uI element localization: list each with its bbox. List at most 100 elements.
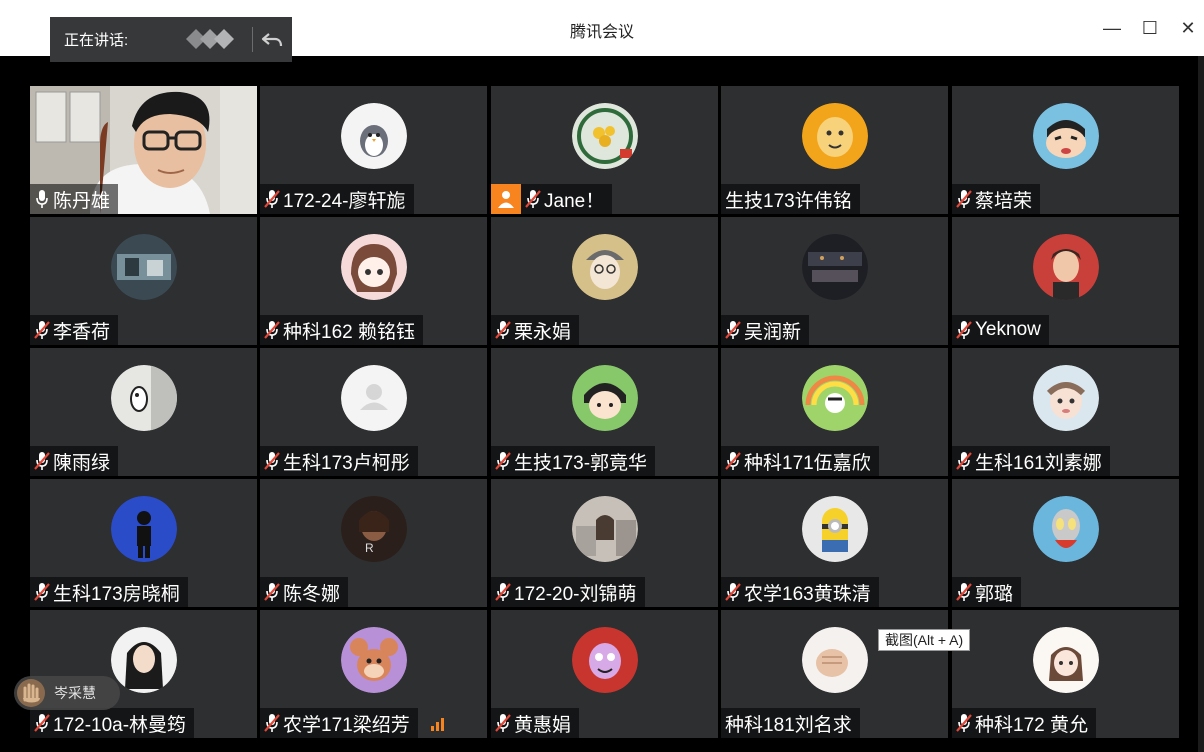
- avatar: [1032, 627, 1099, 693]
- participant-name-label: 172-10a-林曼筠: [30, 708, 195, 738]
- avatar: [571, 234, 638, 300]
- participant-tile[interactable]: Jane！: [491, 86, 718, 214]
- signal-icon: [431, 718, 444, 731]
- participant-tile[interactable]: 生科173房晓桐: [30, 479, 257, 607]
- participant-tile[interactable]: 栗永娟: [491, 217, 718, 345]
- participant-name: 172-20-刘锦萌: [514, 583, 637, 605]
- avatar: [110, 627, 177, 693]
- participant-name-label: 生科173卢柯彤: [260, 446, 418, 476]
- mic-muted-icon: [34, 714, 50, 732]
- participant-name: 吴润新: [744, 321, 802, 343]
- participant-tile[interactable]: 黄惠娟: [491, 610, 718, 738]
- participant-name: 黄惠娟: [514, 714, 572, 736]
- avatar: [1032, 103, 1099, 169]
- mic-muted-icon: [264, 190, 280, 208]
- participant-tile[interactable]: 陳雨绿: [30, 348, 257, 476]
- mic-muted-icon: [956, 714, 972, 732]
- mic-muted-icon: [264, 583, 280, 601]
- close-button[interactable]: ✕: [1174, 14, 1202, 42]
- participant-name: 生技173-郭竟华: [514, 452, 648, 474]
- participant-tile[interactable]: 陈丹雄: [30, 86, 257, 214]
- participant-tile[interactable]: 李香荷: [30, 217, 257, 345]
- participant-tile[interactable]: 吴润新: [721, 217, 948, 345]
- screenshot-tooltip: 截图(Alt + A): [878, 629, 971, 651]
- participant-name-label: 种科181刘名求: [721, 708, 860, 738]
- avatar: [571, 627, 638, 693]
- participant-name: 李香荷: [53, 321, 111, 343]
- participant-name-label: 吴润新: [721, 315, 810, 345]
- participant-tile[interactable]: 郭璐: [952, 479, 1179, 607]
- participant-name: 生科173房晓桐: [53, 583, 180, 605]
- participant-tile[interactable]: 蔡培荣: [952, 86, 1179, 214]
- speaking-divider: [252, 27, 253, 52]
- participant-name: 陳雨绿: [53, 452, 111, 474]
- participant-name-label: 生技173-郭竟华: [491, 446, 656, 476]
- raised-hand-chip[interactable]: 岑采慧: [14, 676, 120, 710]
- participant-tile[interactable]: 172-24-廖轩旎: [260, 86, 487, 214]
- svg-text:R: R: [365, 541, 374, 555]
- mic-muted-icon: [495, 714, 511, 732]
- avatar: [571, 365, 638, 431]
- return-icon[interactable]: [260, 28, 284, 52]
- mic-muted-icon: [525, 190, 541, 208]
- participant-tile[interactable]: 生技173许伟铭: [721, 86, 948, 214]
- raised-hand-icon: [17, 679, 45, 707]
- participant-tile[interactable]: 生技173-郭竟华: [491, 348, 718, 476]
- participant-name: 农学163黄珠清: [744, 583, 871, 605]
- participant-name: 种科162 赖铭钰: [283, 321, 415, 343]
- speaking-avatars-icon: [186, 29, 234, 49]
- mic-muted-icon: [725, 583, 741, 601]
- participant-tile[interactable]: 农学171梁绍芳: [260, 610, 487, 738]
- mic-muted-icon: [495, 321, 511, 339]
- participant-name: Yeknow: [975, 319, 1041, 340]
- participant-name: 生科161刘素娜: [975, 452, 1102, 474]
- participant-name: 种科171伍嘉欣: [744, 452, 871, 474]
- participant-name-label: Yeknow: [952, 315, 1049, 345]
- avatar: [110, 234, 177, 300]
- participant-tile[interactable]: 种科171伍嘉欣: [721, 348, 948, 476]
- participant-tile[interactable]: 种科162 赖铭钰: [260, 217, 487, 345]
- participant-tile[interactable]: 172-20-刘锦萌: [491, 479, 718, 607]
- mic-muted-icon: [725, 321, 741, 339]
- participant-name: 生科173卢柯彤: [283, 452, 410, 474]
- participant-name-label: 生科173房晓桐: [30, 577, 188, 607]
- mic-muted-icon: [34, 452, 50, 470]
- minimize-button[interactable]: —: [1098, 14, 1126, 42]
- avatar: [340, 627, 407, 693]
- speaking-label: 正在讲话:: [64, 32, 129, 49]
- participant-tile[interactable]: 172-10a-林曼筠: [30, 610, 257, 738]
- participant-name: 农学171梁绍芳: [283, 714, 410, 736]
- mic-on-icon: [36, 190, 48, 208]
- participant-tile[interactable]: 生科161刘素娜: [952, 348, 1179, 476]
- raised-hand-name: 岑采慧: [54, 685, 96, 701]
- participant-tile[interactable]: 生科173卢柯彤: [260, 348, 487, 476]
- participant-tile[interactable]: 农学163黄珠清: [721, 479, 948, 607]
- avatar: [110, 496, 177, 562]
- participant-name: 种科172 黄允: [975, 714, 1088, 736]
- participant-name-label: 陈丹雄: [30, 184, 119, 214]
- participant-tile[interactable]: R 陈冬娜: [260, 479, 487, 607]
- mic-muted-icon: [725, 452, 741, 470]
- participant-name-label: 蔡培荣: [952, 184, 1041, 214]
- participant-name-label: 172-24-廖轩旎: [260, 184, 414, 214]
- avatar: [340, 365, 407, 431]
- avatar: [1032, 365, 1099, 431]
- right-edge-strip: [1198, 56, 1204, 752]
- participant-tile[interactable]: 种科172 黄允: [952, 610, 1179, 738]
- mic-muted-icon: [495, 583, 511, 601]
- participant-name-label: 种科162 赖铭钰: [260, 315, 423, 345]
- participant-name-label: Jane！: [491, 184, 613, 214]
- participant-name: 陈冬娜: [283, 583, 341, 605]
- mic-muted-icon: [264, 452, 280, 470]
- participant-name-label: 郭璐: [952, 577, 1022, 607]
- avatar: [340, 234, 407, 300]
- avatar: [801, 103, 868, 169]
- mic-muted-icon: [264, 714, 280, 732]
- participant-name: 生技173许伟铭: [725, 190, 852, 212]
- maximize-button[interactable]: ☐: [1136, 14, 1164, 42]
- participant-name: Jane！: [544, 190, 605, 212]
- avatar: [801, 234, 868, 300]
- participant-tile[interactable]: Yeknow: [952, 217, 1179, 345]
- mic-muted-icon: [34, 583, 50, 601]
- participant-name-label: 种科171伍嘉欣: [721, 446, 879, 476]
